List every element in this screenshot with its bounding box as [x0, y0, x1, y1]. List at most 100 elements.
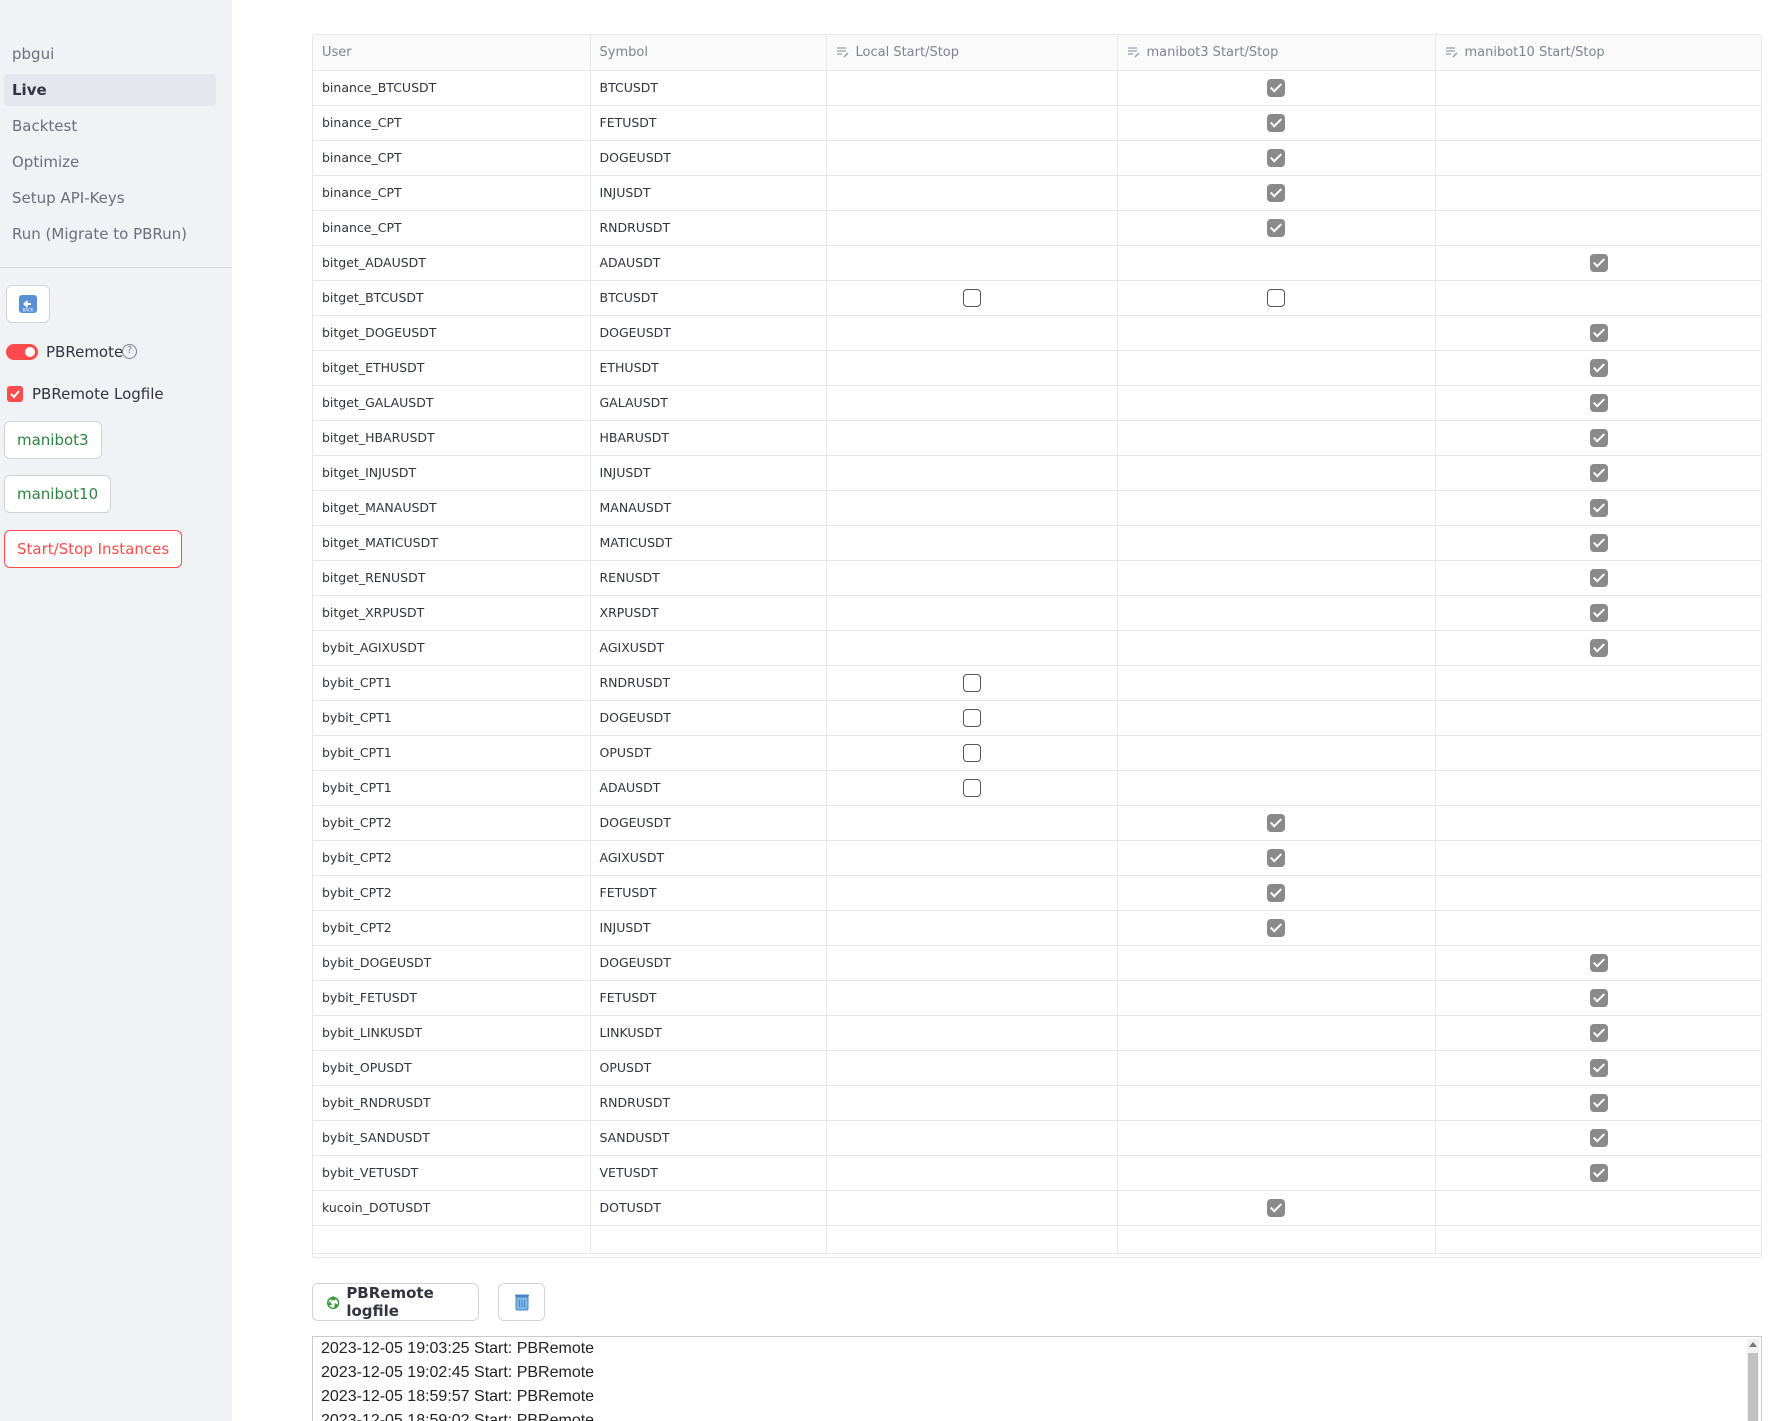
local-start-stop-cell[interactable] [826, 1015, 1118, 1051]
symbol-cell[interactable]: LINKUSDT [590, 1015, 827, 1051]
table-row[interactable]: bybit_CPT1 DOGEUSDT [313, 700, 1761, 736]
help-icon[interactable]: ? [122, 344, 137, 359]
manibot10-start-stop-checkbox[interactable] [1590, 953, 1609, 972]
table-row[interactable]: binance_BTCUSDT BTCUSDT [313, 70, 1761, 106]
user-cell[interactable]: bitget_RENUSDT [313, 560, 591, 596]
manibot3-start-stop-cell[interactable] [1117, 105, 1436, 141]
local-start-stop-checkbox[interactable] [962, 673, 981, 692]
empty-cell[interactable] [1435, 1225, 1761, 1254]
manibot10-start-stop-cell[interactable] [1435, 770, 1761, 806]
symbol-cell[interactable]: ETHUSDT [590, 350, 827, 386]
table-row[interactable]: bybit_AGIXUSDT AGIXUSDT [313, 630, 1761, 666]
manibot10-start-stop-cell[interactable] [1435, 595, 1761, 631]
symbol-cell[interactable]: BTCUSDT [590, 70, 827, 106]
user-cell[interactable]: bitget_ETHUSDT [313, 350, 591, 386]
symbol-cell[interactable]: FETUSDT [590, 105, 827, 141]
symbol-cell[interactable]: OPUSDT [590, 1050, 827, 1086]
table-row[interactable]: bitget_GALAUSDT GALAUSDT [313, 385, 1761, 421]
symbol-cell[interactable]: MATICUSDT [590, 525, 827, 561]
table-row[interactable]: bybit_CPT2 INJUSDT [313, 910, 1761, 946]
local-start-stop-cell[interactable] [826, 1085, 1118, 1121]
user-cell[interactable]: bybit_DOGEUSDT [313, 945, 591, 981]
manibot10-start-stop-cell[interactable] [1435, 350, 1761, 386]
manibot10-start-stop-cell[interactable] [1435, 455, 1761, 491]
manibot10-start-stop-cell[interactable] [1435, 875, 1761, 911]
manibot3-start-stop-cell[interactable] [1117, 1050, 1436, 1086]
symbol-cell[interactable]: XRPUSDT [590, 595, 827, 631]
local-start-stop-cell[interactable] [826, 945, 1118, 981]
local-start-stop-cell[interactable] [826, 1190, 1118, 1226]
local-start-stop-cell[interactable] [826, 980, 1118, 1016]
table-row[interactable]: bybit_CPT1 RNDRUSDT [313, 665, 1761, 701]
table-row[interactable]: binance_CPT DOGEUSDT [313, 140, 1761, 176]
user-cell[interactable]: bitget_XRPUSDT [313, 595, 591, 631]
local-start-stop-cell[interactable] [826, 210, 1118, 246]
column-header-manibot3[interactable]: manibot3 Start/Stop [1117, 35, 1436, 71]
manibot3-start-stop-cell[interactable] [1117, 420, 1436, 456]
user-cell[interactable]: bybit_CPT1 [313, 665, 591, 701]
manibot3-start-stop-checkbox[interactable] [1267, 918, 1285, 937]
manibot10-start-stop-cell[interactable] [1435, 385, 1761, 421]
user-cell[interactable]: bybit_CPT2 [313, 910, 591, 946]
manibot3-start-stop-cell[interactable] [1117, 980, 1436, 1016]
scrollbar-thumb[interactable] [1748, 1353, 1758, 1421]
symbol-cell[interactable]: RNDRUSDT [590, 665, 827, 701]
manibot3-start-stop-cell[interactable] [1117, 1085, 1436, 1121]
symbol-cell[interactable]: INJUSDT [590, 175, 827, 211]
manibot10-start-stop-checkbox[interactable] [1590, 498, 1609, 517]
pbremote-toggle[interactable] [6, 344, 38, 360]
manibot10-start-stop-checkbox[interactable] [1590, 253, 1609, 272]
manibot10-start-stop-cell[interactable] [1435, 1050, 1761, 1086]
manibot10-start-stop-checkbox[interactable] [1590, 603, 1609, 622]
local-start-stop-cell[interactable] [826, 70, 1118, 106]
manibot10-start-stop-cell[interactable] [1435, 700, 1761, 736]
user-cell[interactable]: bitget_GALAUSDT [313, 385, 591, 421]
local-start-stop-cell[interactable] [826, 280, 1118, 316]
user-cell[interactable]: bybit_CPT2 [313, 805, 591, 841]
local-start-stop-cell[interactable] [826, 1155, 1118, 1191]
manibot3-start-stop-cell[interactable] [1117, 175, 1436, 211]
empty-cell[interactable] [826, 1225, 1118, 1254]
manibot10-button[interactable]: manibot10 [4, 475, 112, 513]
symbol-cell[interactable]: RNDRUSDT [590, 210, 827, 246]
table-row[interactable]: bitget_XRPUSDT XRPUSDT [313, 595, 1761, 631]
symbol-cell[interactable]: DOGEUSDT [590, 315, 827, 351]
manibot10-start-stop-cell[interactable] [1435, 735, 1761, 771]
manibot3-start-stop-checkbox[interactable] [1267, 1198, 1285, 1217]
local-start-stop-cell[interactable] [826, 455, 1118, 491]
user-cell[interactable]: bitget_MANAUSDT [313, 490, 591, 526]
table-row[interactable]: bitget_MANAUSDT MANAUSDT [313, 490, 1761, 526]
manibot3-start-stop-checkbox[interactable] [1267, 813, 1285, 832]
user-cell[interactable]: bybit_OPUSDT [313, 1050, 591, 1086]
manibot3-start-stop-cell[interactable] [1117, 770, 1436, 806]
symbol-cell[interactable]: INJUSDT [590, 910, 827, 946]
manibot3-start-stop-cell[interactable] [1117, 805, 1436, 841]
local-start-stop-cell[interactable] [826, 1050, 1118, 1086]
manibot3-button[interactable]: manibot3 [4, 421, 102, 459]
table-row[interactable]: bybit_OPUSDT OPUSDT [313, 1050, 1761, 1086]
manibot3-start-stop-cell[interactable] [1117, 595, 1436, 631]
manibot3-start-stop-cell[interactable] [1117, 70, 1436, 106]
symbol-cell[interactable]: DOGEUSDT [590, 805, 827, 841]
user-cell[interactable]: binance_CPT [313, 140, 591, 176]
table-row[interactable]: bitget_RENUSDT RENUSDT [313, 560, 1761, 596]
local-start-stop-cell[interactable] [826, 700, 1118, 736]
empty-cell[interactable] [1117, 1225, 1436, 1254]
manibot3-start-stop-cell[interactable] [1117, 385, 1436, 421]
table-row[interactable]: bybit_CPT1 OPUSDT [313, 735, 1761, 771]
manibot10-start-stop-cell[interactable] [1435, 70, 1761, 106]
manibot10-start-stop-checkbox[interactable] [1590, 568, 1609, 587]
empty-row[interactable] [313, 1225, 1761, 1254]
manibot10-start-stop-checkbox[interactable] [1590, 428, 1609, 447]
manibot10-start-stop-checkbox[interactable] [1590, 323, 1609, 342]
symbol-cell[interactable]: AGIXUSDT [590, 630, 827, 666]
back-button[interactable]: BACK [6, 285, 50, 323]
manibot10-start-stop-cell[interactable] [1435, 525, 1761, 561]
user-cell[interactable]: bybit_RNDRUSDT [313, 1085, 591, 1121]
local-start-stop-cell[interactable] [826, 770, 1118, 806]
table-row[interactable]: bybit_CPT2 FETUSDT [313, 875, 1761, 911]
manibot10-start-stop-checkbox[interactable] [1590, 988, 1609, 1007]
manibot3-start-stop-cell[interactable] [1117, 315, 1436, 351]
manibot3-start-stop-cell[interactable] [1117, 1190, 1436, 1226]
table-row[interactable]: bybit_VETUSDT VETUSDT [313, 1155, 1761, 1191]
